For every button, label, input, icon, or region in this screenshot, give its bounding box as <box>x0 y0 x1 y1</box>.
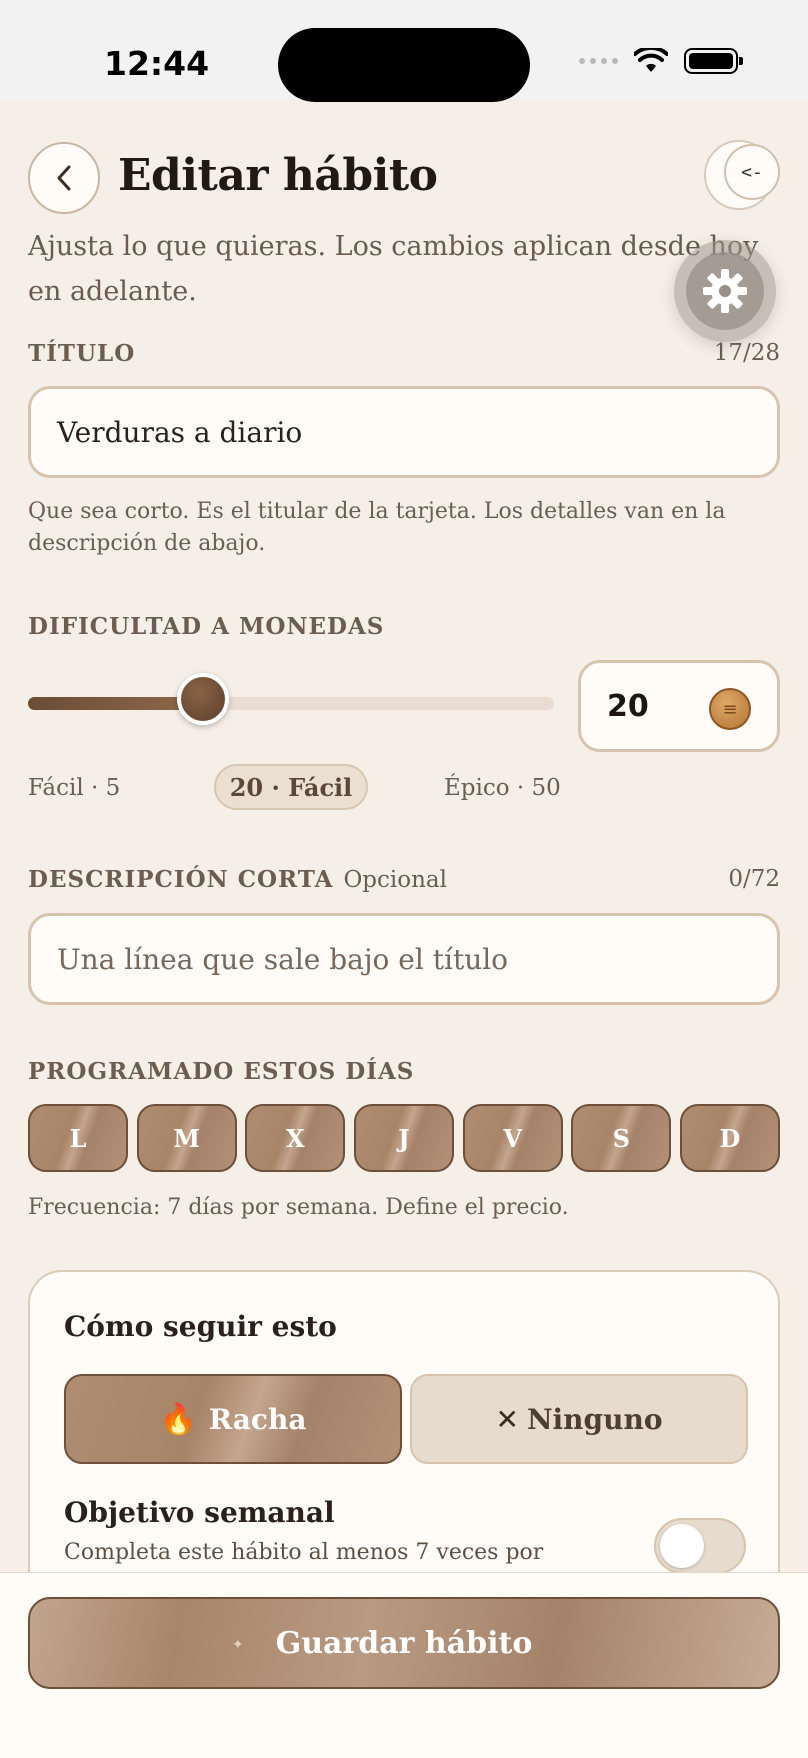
save-habit-button[interactable]: Guardar hábito <box>28 1597 780 1689</box>
signal-icon <box>579 58 618 64</box>
description-counter: 0/72 <box>728 866 780 892</box>
status-bar: 12:44 <box>0 0 808 102</box>
status-time: 12:44 <box>104 44 210 83</box>
day-toggle-s[interactable]: S <box>571 1104 672 1172</box>
dynamic-island <box>278 28 530 102</box>
status-icons <box>579 48 743 74</box>
bottom-action-bar: Guardar hábito ✦ <box>0 1572 808 1758</box>
none-option-label: Ninguno <box>526 1402 663 1436</box>
title-label: TÍTULO <box>28 340 136 367</box>
title-hint: Que sea corto. Es el titular de la tarje… <box>28 499 726 556</box>
difficulty-label: DIFICULTAD A MONEDAS <box>28 613 385 640</box>
chevron-left-icon <box>57 165 71 191</box>
coin-amount-field[interactable]: 20 ≡ <box>578 660 780 752</box>
battery-icon <box>684 48 743 74</box>
frequency-summary: Frecuencia: 7 días por semana. Define el… <box>28 1195 569 1220</box>
title-counter: 17/28 <box>713 340 780 366</box>
day-toggle-j[interactable]: J <box>353 1104 454 1172</box>
description-input[interactable]: Una línea que sale bajo el título <box>28 913 780 1005</box>
toggle-knob <box>660 1524 704 1568</box>
weekly-goal-title: Objetivo semanal <box>64 1496 335 1529</box>
description-label: DESCRIPCIÓN CORTA Opcional <box>28 866 447 893</box>
day-selector: L M X J V S D <box>28 1104 780 1172</box>
day-toggle-x[interactable]: X <box>245 1104 346 1172</box>
wifi-icon <box>634 48 668 72</box>
collapse-button[interactable]: <- <box>704 140 780 210</box>
page-title: Editar hábito <box>118 150 438 201</box>
streak-option-label: Racha <box>208 1402 307 1436</box>
scale-min-label: Fácil · 5 <box>28 775 121 801</box>
day-toggle-m[interactable]: M <box>136 1104 237 1172</box>
collapse-button-label: <- <box>724 144 780 200</box>
scale-current-pill: 20 · Fácil <box>214 764 368 810</box>
settings-button-inner <box>686 252 764 330</box>
header: Editar hábito <- <box>28 140 780 214</box>
schedule-label: PROGRAMADO ESTOS DÍAS <box>28 1058 415 1085</box>
weekly-goal-description: Completa este hábito al menos 7 veces po… <box>64 1540 544 1565</box>
back-button[interactable] <box>28 142 100 214</box>
day-toggle-d[interactable]: D <box>679 1104 780 1172</box>
day-toggle-l[interactable]: L <box>28 1104 128 1172</box>
tracking-title: Cómo seguir esto <box>64 1310 337 1343</box>
sparkle-icon: ✦ <box>232 1637 244 1653</box>
fire-icon: 🔥 <box>159 1401 197 1437</box>
slider-thumb[interactable] <box>177 673 229 725</box>
description-label-text: DESCRIPCIÓN CORTA <box>28 866 334 893</box>
coin-icon: ≡ <box>709 688 751 730</box>
scale-max-label: Épico · 50 <box>444 775 561 801</box>
settings-button[interactable] <box>674 240 776 342</box>
gear-icon <box>703 269 747 313</box>
title-input[interactable]: Verduras a diario <box>28 386 780 478</box>
none-option-button[interactable]: ✕ Ninguno <box>410 1374 748 1464</box>
optional-tag: Opcional <box>343 867 447 893</box>
coin-amount-value: 20 <box>607 689 649 724</box>
close-icon: ✕ <box>495 1402 519 1436</box>
streak-option-button[interactable]: 🔥 Racha <box>64 1374 402 1464</box>
difficulty-slider[interactable] <box>28 673 554 725</box>
day-toggle-v[interactable]: V <box>462 1104 563 1172</box>
weekly-goal-toggle[interactable] <box>654 1518 746 1574</box>
